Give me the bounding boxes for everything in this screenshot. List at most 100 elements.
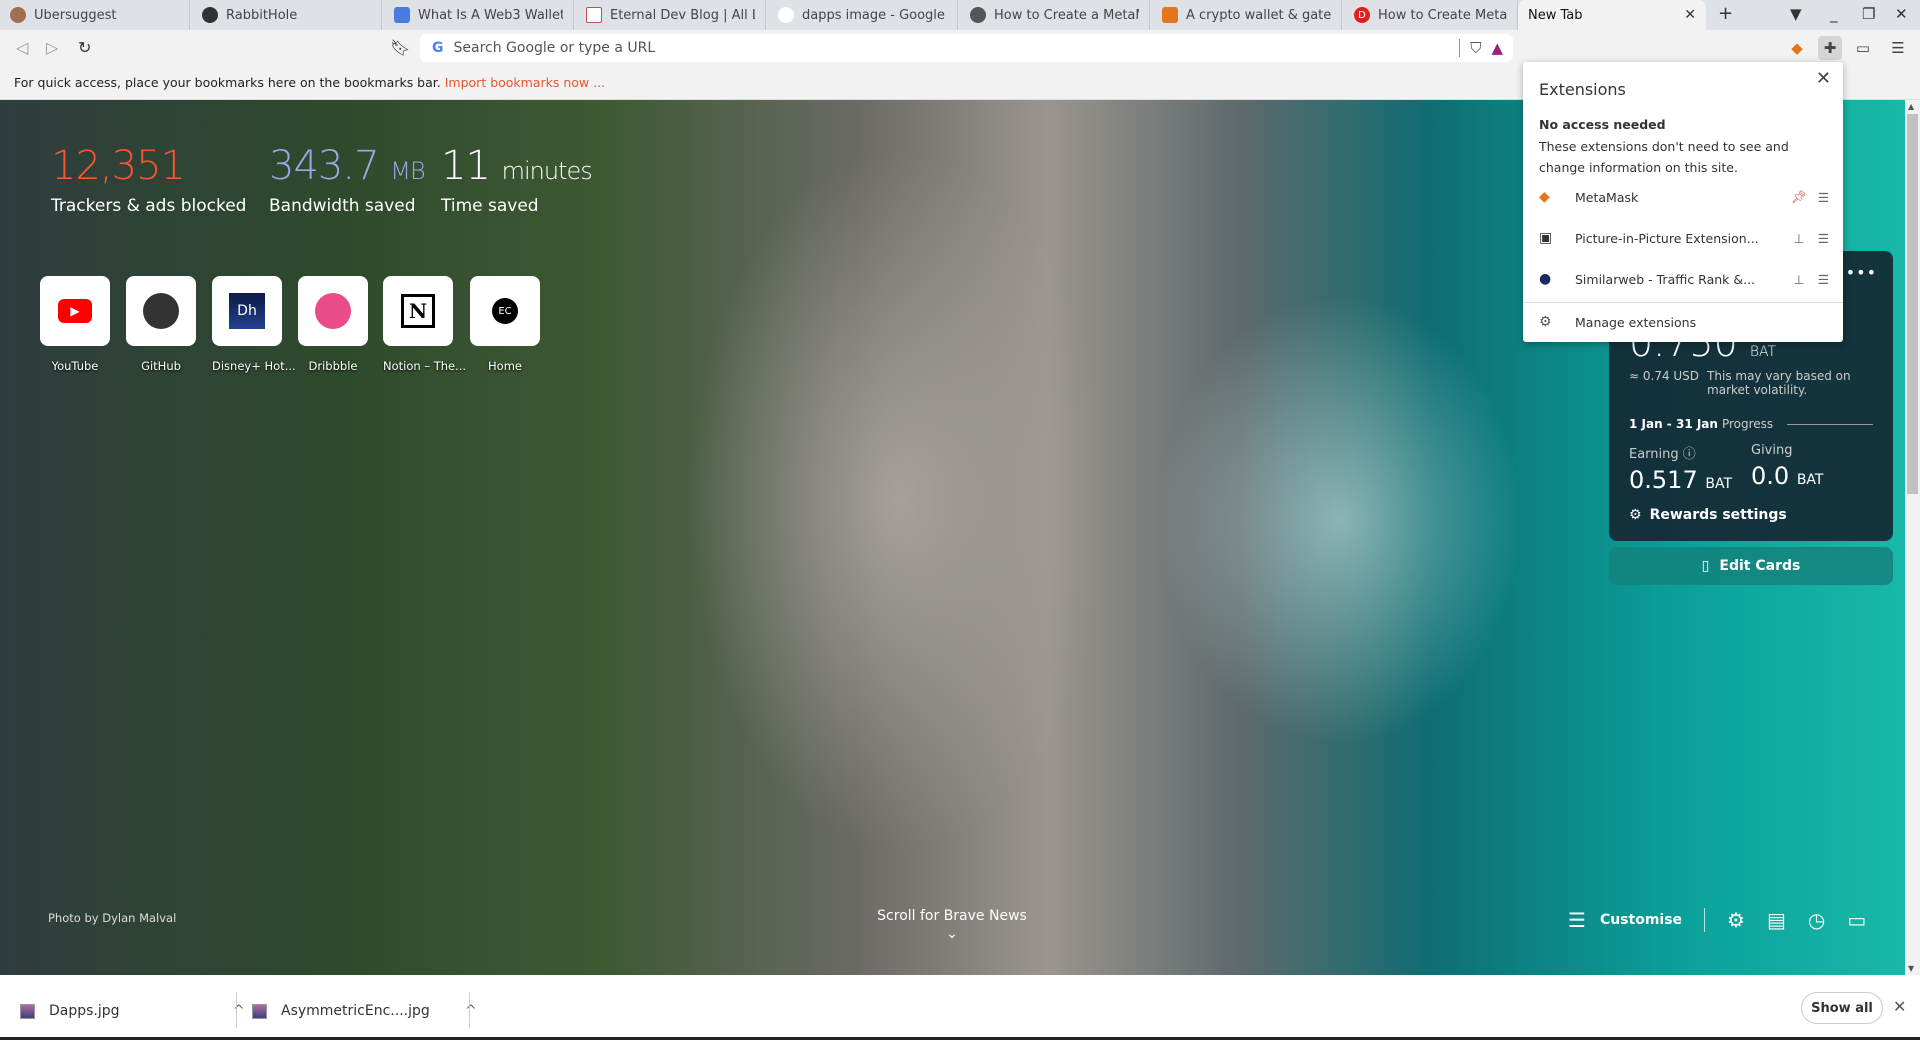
bandwidth-unit: MB — [390, 157, 425, 185]
close-downloads-icon[interactable]: ✕ — [1893, 997, 1906, 1016]
bookmarks-hint: For quick access, place your bookmarks h… — [14, 75, 441, 90]
toolbar: ◁ ▷ ↻ 🔖︎ G Search Google or type a URL ⛉… — [0, 30, 1920, 66]
manage-extensions-item[interactable]: ⚙ Manage extensions — [1539, 310, 1829, 334]
top-site-dribbble[interactable]: Dribbble — [298, 276, 368, 373]
disney-hotstar-icon: Dh — [229, 293, 265, 329]
scroll-up-icon[interactable]: ▲ — [1908, 102, 1914, 111]
tab-title: A crypto wallet & gateway — [1186, 7, 1331, 23]
close-icon[interactable]: ✕ — [1816, 68, 1831, 89]
downloads-bar: Dapps.jpg ^ AsymmetricEnc....jpg ^ Show al… — [0, 975, 1920, 1040]
settings-gear-icon[interactable]: ⚙ — [1727, 908, 1745, 932]
progress-line — [1787, 423, 1873, 425]
trackers-count: 12,351 — [51, 143, 186, 189]
divider — [1704, 908, 1706, 932]
address-bar[interactable]: G Search Google or type a URL ⛉ ▲ — [420, 34, 1513, 62]
minimize-icon[interactable]: _ — [1830, 5, 1838, 23]
extension-menu-icon[interactable]: ☰ — [1809, 231, 1829, 246]
close-window-icon[interactable]: ✕ — [1895, 5, 1908, 23]
home-site-icon: EC — [492, 298, 518, 324]
restore-icon[interactable]: ❐ — [1862, 5, 1875, 23]
tab-title: Eternal Dev Blog | All Less — [610, 7, 755, 23]
pin-icon[interactable]: ⊥ — [1789, 272, 1809, 287]
show-all-button[interactable]: Show all — [1801, 992, 1883, 1024]
customise-button[interactable]: ☰ Customise — [1568, 908, 1682, 932]
extension-item-pip[interactable]: ▣ Picture-in-Picture Extension... ⊥ ☰ — [1539, 226, 1829, 250]
top-site-notion[interactable]: N Notion – The... — [383, 276, 466, 373]
usd-value: ≈ 0.74 USD — [1629, 369, 1700, 383]
top-site-label: YouTube — [51, 359, 99, 373]
extension-name: Picture-in-Picture Extension... — [1575, 230, 1759, 246]
image-file-icon — [252, 1003, 267, 1019]
edit-cards-button[interactable]: ▯ Edit Cards — [1609, 547, 1893, 585]
top-site-github[interactable]: GitHub — [126, 276, 196, 373]
tab-google-search[interactable]: Gdapps image - Google Sea — [768, 0, 958, 30]
rabbithole-icon — [202, 7, 218, 23]
history-icon[interactable]: ◷ — [1808, 908, 1825, 932]
extension-item-metamask[interactable]: ◆ MetaMask 📌︎ ☰ — [1539, 185, 1829, 209]
photo-credit[interactable]: Photo by Dylan Malval — [48, 911, 176, 925]
top-site-youtube[interactable]: ▶ YouTube — [40, 276, 110, 373]
bookmark-icon[interactable]: 🔖︎ — [390, 38, 410, 57]
extension-menu-icon[interactable]: ☰ — [1809, 190, 1829, 205]
close-tab-icon[interactable]: ✕ — [1684, 7, 1696, 23]
tab-metamask[interactable]: A crypto wallet & gateway — [1152, 0, 1342, 30]
chevron-down-icon: ⌄ — [946, 926, 958, 942]
download-item[interactable]: Dapps.jpg ^ — [20, 993, 245, 1029]
giving-value: 0.0 — [1751, 462, 1790, 490]
tab-create-metamask[interactable]: D How to Create Metamask — [1344, 0, 1518, 30]
info-icon[interactable]: ⓘ — [1683, 447, 1696, 462]
brave-shields-icon[interactable]: ⛉ — [1470, 39, 1481, 57]
bookmarks-book-icon[interactable]: ▤ — [1767, 908, 1786, 932]
back-icon[interactable]: ◁ — [16, 38, 28, 57]
brave-talk-camera-icon[interactable]: ▭ — [1847, 908, 1866, 932]
forward-icon[interactable]: ▷ — [46, 38, 58, 57]
tab-ubersuggest[interactable]: Ubersuggest — [0, 0, 190, 30]
top-site-label: Disney+ Hot... — [212, 359, 296, 373]
notion-icon: N — [401, 294, 435, 328]
tab-search-icon[interactable]: ▼ — [1790, 5, 1802, 23]
customise-label: Customise — [1599, 912, 1683, 928]
tab-metamask-guide[interactable]: How to Create a MetaMas — [960, 0, 1150, 30]
time-unit: minutes — [501, 157, 593, 185]
no-access-heading: No access needed — [1539, 117, 1666, 132]
stat-trackers: 12,351 Trackers & ads blocked — [51, 146, 246, 216]
earning-unit: BAT — [1705, 476, 1733, 492]
rewards-settings-link[interactable]: ⚙ Rewards settings — [1629, 507, 1787, 523]
page-scrollbar[interactable]: ▲ ▼ — [1905, 100, 1920, 975]
extension-menu-icon[interactable]: ☰ — [1809, 272, 1829, 287]
download-item[interactable]: AsymmetricEnc....jpg ^ — [252, 993, 477, 1029]
time-value: 11 — [441, 143, 491, 189]
pin-icon[interactable]: 📌︎ — [1789, 189, 1809, 205]
more-options-icon[interactable]: ••• — [1846, 263, 1877, 282]
new-tab-plus-icon[interactable]: + — [1718, 3, 1733, 24]
extension-item-similarweb[interactable]: ● Similarweb - Traffic Rank &... ⊥ ☰ — [1539, 267, 1829, 291]
image-file-icon — [20, 1003, 35, 1019]
extensions-popup: Extensions ✕ No access needed These exte… — [1523, 62, 1843, 342]
top-site-label: Home — [488, 359, 522, 373]
ubersuggest-icon — [10, 7, 26, 23]
chevron-up-icon[interactable]: ^ — [465, 1003, 477, 1019]
tab-title: How to Create Metamask — [1378, 7, 1507, 23]
tab-new-tab[interactable]: New Tab ✕ — [1518, 0, 1706, 30]
scroll-brave-news[interactable]: Scroll for Brave News ⌄ — [852, 908, 1052, 942]
tab-eternal-dev[interactable]: Eternal Dev Blog | All Less — [576, 0, 766, 30]
google-icon: G — [432, 40, 444, 56]
wallet-icon[interactable]: ▭ — [1851, 36, 1875, 60]
scrollbar-thumb[interactable] — [1907, 114, 1918, 494]
reload-icon[interactable]: ↻ — [78, 38, 91, 57]
chevron-up-icon[interactable]: ^ — [233, 1003, 245, 1019]
giving-unit: BAT — [1796, 472, 1824, 488]
metamask-icon[interactable]: ◆ — [1785, 36, 1809, 60]
no-access-description: These extensions don't need to see and c… — [1539, 139, 1789, 175]
extensions-puzzle-icon[interactable]: ✚ — [1818, 36, 1842, 60]
brave-rewards-icon[interactable]: ▲ — [1491, 39, 1503, 57]
pin-icon[interactable]: ⊥ — [1789, 231, 1809, 246]
scroll-down-icon[interactable]: ▼ — [1908, 964, 1914, 973]
tab-rabbithole[interactable]: RabbitHole — [192, 0, 382, 30]
top-site-disney-hotstar[interactable]: Dh Disney+ Hot... — [212, 276, 296, 373]
globe-icon — [970, 7, 986, 23]
import-bookmarks-link[interactable]: Import bookmarks now ... — [445, 75, 605, 90]
menu-icon[interactable]: ☰ — [1886, 36, 1910, 60]
top-site-home[interactable]: EC Home — [470, 276, 540, 373]
tab-web3-wallet[interactable]: What Is A Web3 Wallet & W — [384, 0, 574, 30]
